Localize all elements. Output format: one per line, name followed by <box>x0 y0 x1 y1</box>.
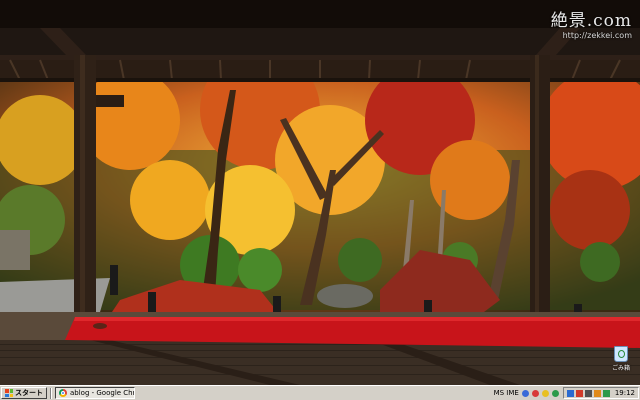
watermark-url: http://zekkei.com <box>562 31 632 40</box>
network-icon[interactable] <box>566 389 574 397</box>
start-button[interactable]: スタート <box>1 387 47 399</box>
update-icon[interactable] <box>602 389 610 397</box>
chrome-icon <box>59 389 67 397</box>
tray-clock[interactable]: 19:12 <box>615 389 635 397</box>
antivirus-icon[interactable] <box>593 389 601 397</box>
recycle-bin[interactable]: ごみ箱 <box>606 346 636 372</box>
recycle-bin-icon <box>614 346 628 362</box>
recycle-bin-label: ごみ箱 <box>611 365 630 372</box>
watermark-title: 絶景.com <box>550 11 632 31</box>
volume-icon[interactable] <box>584 389 592 397</box>
taskbar-item-label: ablog - Google Chrome <box>70 389 135 397</box>
desktop: 絶景.com http://zekkei.com ごみ箱 <box>0 0 640 385</box>
ime-kana-icon[interactable] <box>531 389 539 397</box>
start-label: スタート <box>15 389 43 397</box>
windows-logo-icon <box>5 389 13 397</box>
ime-help-icon[interactable] <box>541 389 549 397</box>
taskbar-item-chrome[interactable]: ablog - Google Chrome <box>55 387 135 399</box>
taskbar-separator <box>50 387 52 399</box>
system-tray: 19:12 <box>562 387 639 399</box>
taskbar: スタート ablog - Google Chrome MS IME 19:12 <box>0 385 640 400</box>
ime-label: MS IME <box>493 389 519 397</box>
site-watermark: 絶景.com http://zekkei.com <box>551 6 632 40</box>
ime-options-icon[interactable] <box>551 389 559 397</box>
security-icon[interactable] <box>575 389 583 397</box>
wallpaper <box>0 0 640 385</box>
ime-mode-icon[interactable] <box>521 389 529 397</box>
ime-toolbar[interactable]: MS IME <box>494 389 559 397</box>
